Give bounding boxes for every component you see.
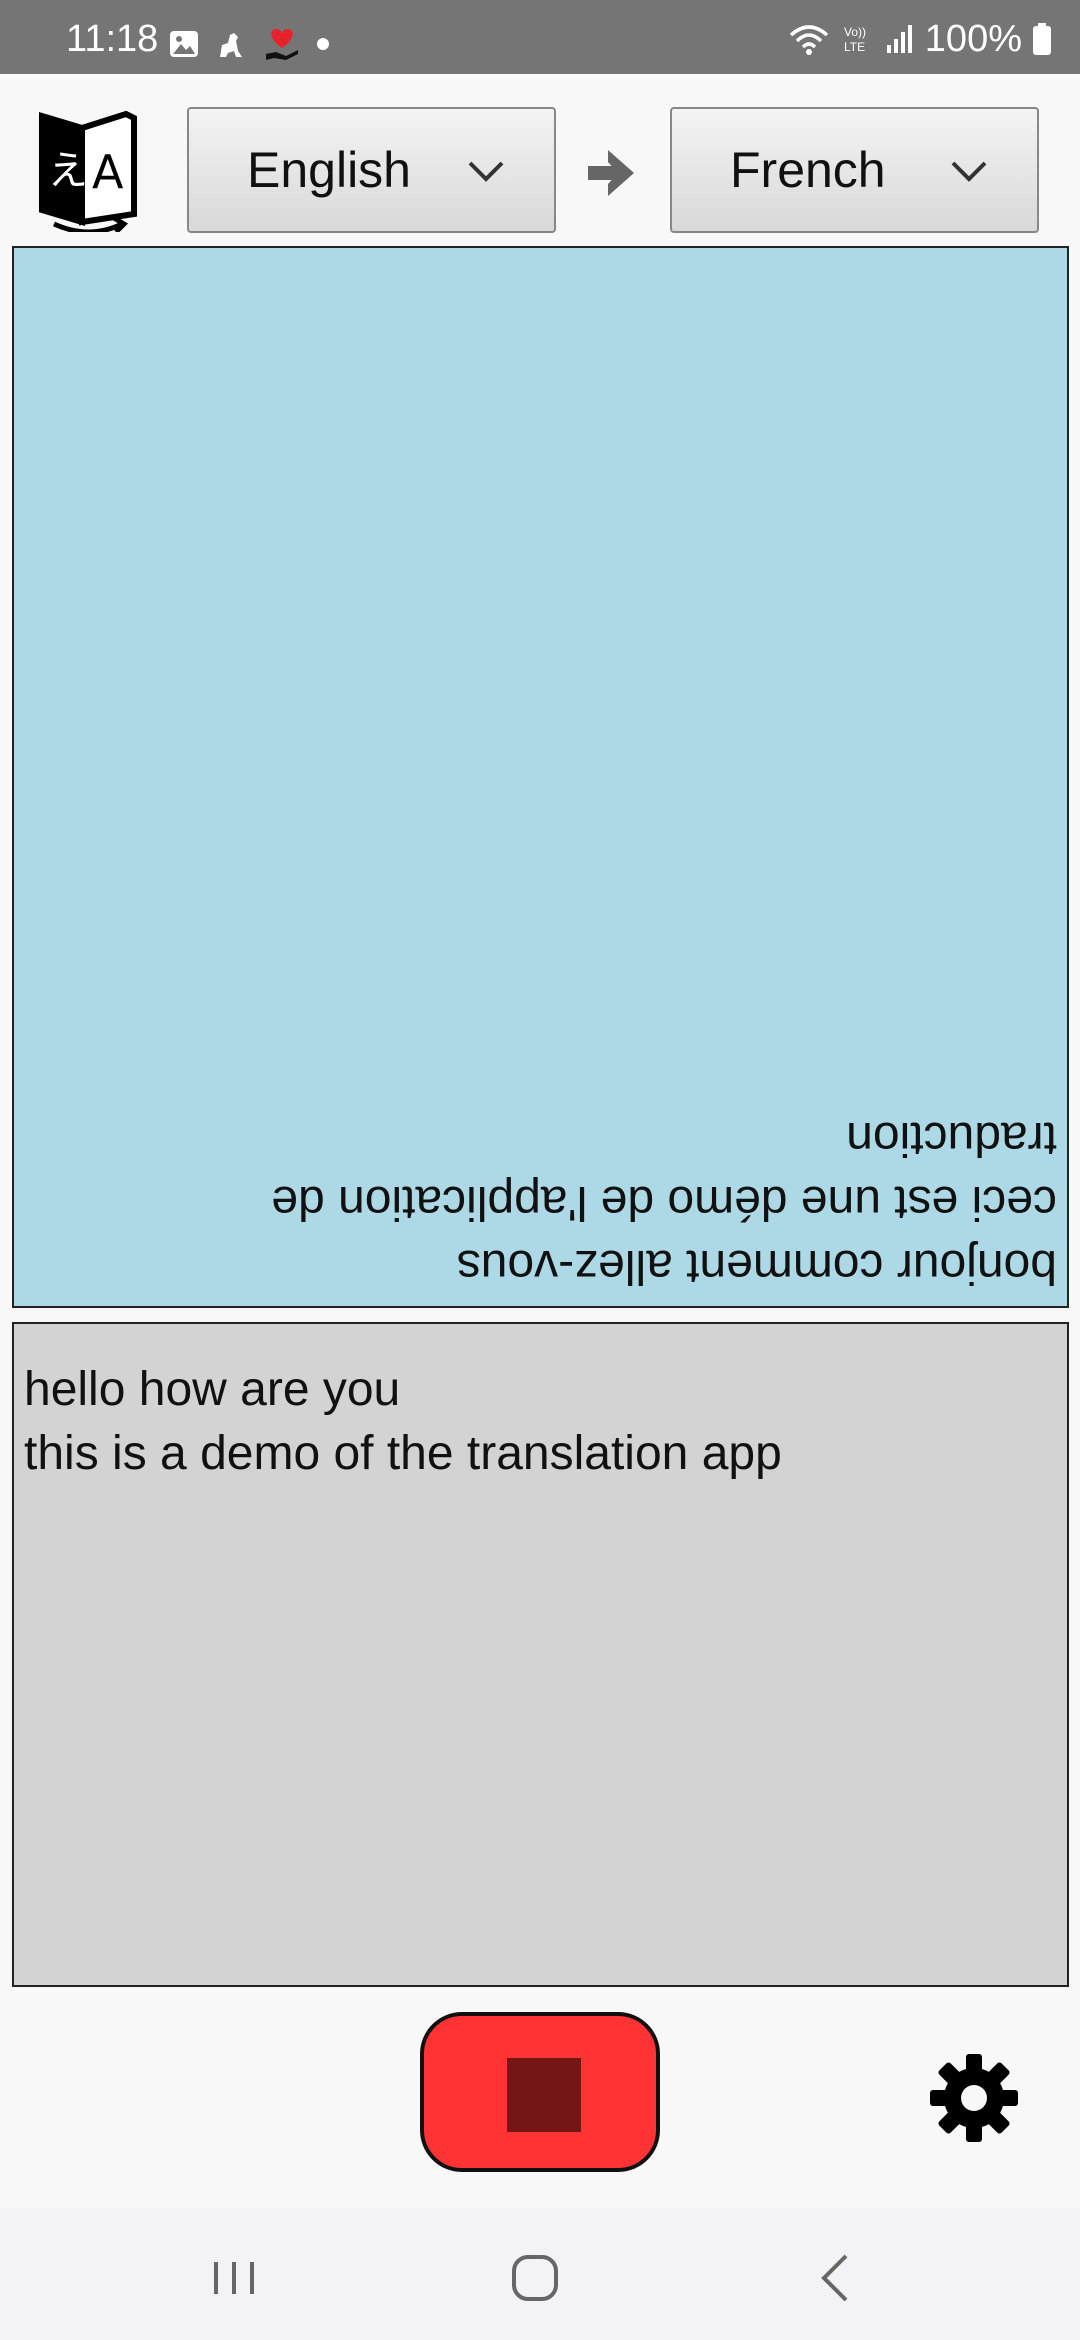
arrow-right-icon (588, 150, 634, 196)
dot-icon (317, 38, 329, 50)
signal-icon (886, 25, 912, 53)
wifi-icon (789, 25, 828, 55)
home-icon[interactable] (505, 2248, 565, 2308)
chevron-down-icon (951, 161, 987, 182)
stop-recording-button[interactable] (420, 2012, 660, 2172)
battery-percent: 100% (924, 18, 1022, 60)
notification-icons (168, 26, 330, 62)
status-bar: 11:18 Vo)) LTE 100% (0, 0, 1080, 74)
translated-line: traduction (846, 1112, 1057, 1165)
target-language-select[interactable]: French (670, 107, 1039, 233)
source-text: hello how are you this is a demo of the … (14, 1324, 1067, 1520)
source-language-select[interactable]: English (187, 107, 556, 233)
image-icon (170, 31, 198, 57)
system-icons: Vo)) LTE 100% (787, 20, 1052, 58)
source-language-label: English (247, 142, 411, 198)
translated-text-panel[interactable]: bonjour comment allez-vous ceci est une … (12, 246, 1069, 1308)
system-nav-bar (0, 2208, 1080, 2340)
app-screen: 11:18 Vo)) LTE 100% え A English French b… (0, 0, 1080, 2340)
translated-line: bonjour comment allez-vous (456, 1240, 1057, 1293)
source-line: this is a demo of the translation app (24, 1427, 782, 1480)
translate-book-icon: え A (39, 110, 137, 232)
source-line: hello how are you (24, 1363, 401, 1416)
target-language-label: French (730, 142, 886, 198)
translated-line: ceci est une démo de l'application de (271, 1176, 1057, 1229)
back-icon[interactable] (808, 2248, 868, 2308)
status-time: 11:18 (66, 18, 159, 60)
heart-hand-icon (266, 29, 298, 60)
source-text-panel[interactable]: hello how are you this is a demo of the … (12, 1322, 1069, 1987)
dog-icon (220, 33, 242, 57)
gear-icon[interactable] (926, 2050, 1022, 2146)
stop-icon (507, 2058, 581, 2132)
svg-text:LTE: LTE (844, 40, 865, 54)
svg-text:Vo)): Vo)) (844, 25, 866, 39)
battery-icon (1033, 23, 1051, 55)
svg-text:え: え (48, 148, 88, 194)
svg-text:A: A (92, 145, 124, 199)
volte-icon: Vo)) LTE (844, 25, 866, 54)
chevron-down-icon (468, 161, 504, 182)
translated-text: bonjour comment allez-vous ceci est une … (14, 248, 1067, 1306)
recents-icon[interactable] (204, 2248, 264, 2308)
